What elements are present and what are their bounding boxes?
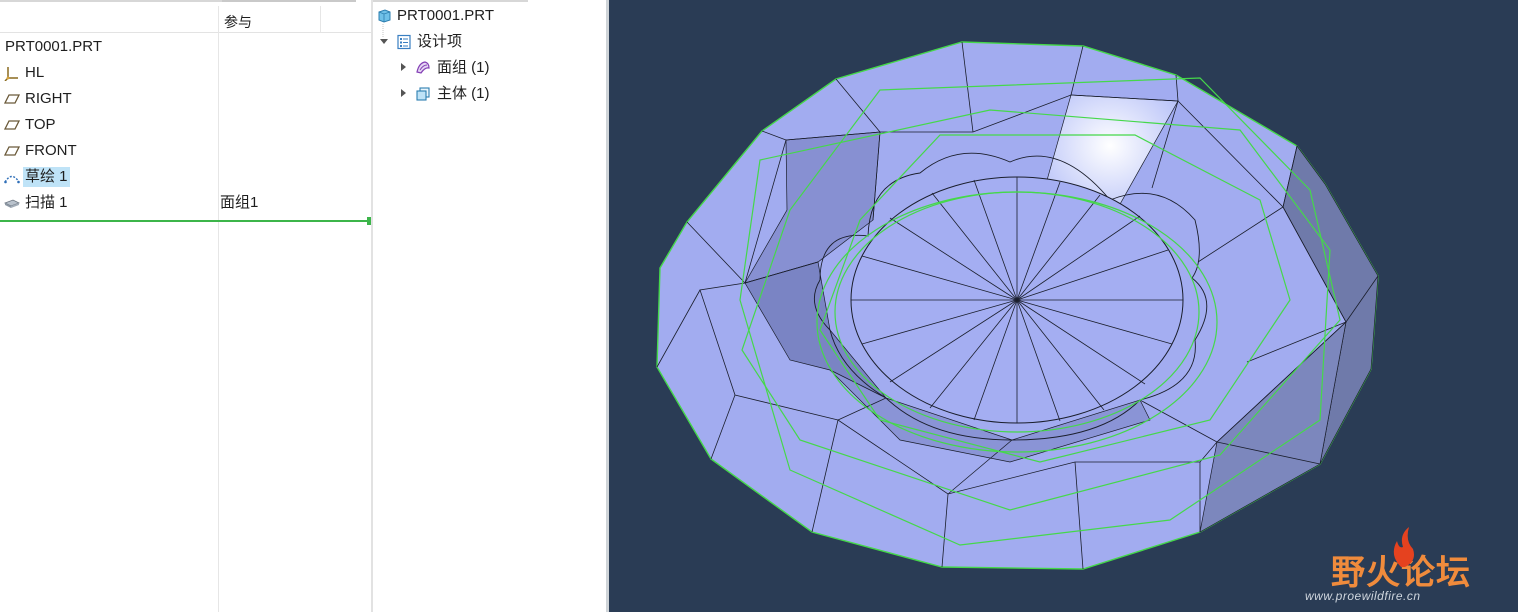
quilt-icon [416, 61, 430, 74]
chevron-down-icon[interactable] [380, 39, 388, 45]
flame-icon [1393, 527, 1414, 567]
column-header-ref[interactable]: 参与 [224, 12, 252, 32]
watermark-url: www.proewildfire.cn [1305, 589, 1421, 603]
datum-plane-icon [4, 120, 20, 130]
tree-item-label: 草绘 1 [23, 167, 70, 187]
chevron-right-icon[interactable] [401, 63, 407, 71]
tree-item-top[interactable]: TOP [0, 112, 371, 138]
detail-group-label: 设计项 [417, 33, 463, 50]
coordinate-system-icon [4, 67, 18, 81]
column-divider[interactable] [320, 6, 321, 32]
tree-item-sketch-1[interactable]: 草绘 1 [0, 164, 371, 190]
detail-item-label: 主体 (1) [437, 85, 490, 102]
watermark: 野火论坛 www.proewildfire.cn [1305, 527, 1471, 603]
tree-item-front[interactable]: FRONT [0, 138, 371, 164]
detail-item-quilt[interactable]: 面组 (1) [373, 56, 603, 80]
tree-item-label: HL [25, 64, 45, 81]
detail-group-design-items[interactable]: 设计项 [373, 30, 603, 54]
tree-column-header [0, 6, 371, 33]
tree-item-right[interactable]: RIGHT [0, 86, 371, 112]
detail-item-label: 面组 (1) [437, 59, 490, 76]
tree-item-label: 扫描 1 [25, 194, 68, 211]
sweep-icon [4, 199, 20, 208]
tree-scroll-thumb[interactable] [222, 0, 356, 2]
chevron-right-icon[interactable] [401, 89, 407, 97]
datum-plane-icon [4, 146, 20, 156]
detail-root[interactable]: PRT0001.PRT [373, 4, 603, 28]
tree-item-part-root[interactable]: PRT0001.PRT [0, 34, 371, 60]
part-icon [378, 9, 391, 23]
datum-plane-icon [4, 94, 20, 104]
detail-item-body[interactable]: 主体 (1) [373, 82, 603, 106]
design-items-icon [397, 34, 411, 50]
model-tree-panel: 参与 PRT0001.PRT HL RIGHT TOP FRONT 草绘 1 扫… [0, 0, 371, 612]
detail-root-label: PRT0001.PRT [397, 7, 494, 24]
tree-item-label: FRONT [25, 142, 77, 159]
tree-item-ref: 面组1 [220, 194, 259, 211]
detail-top-border [373, 0, 528, 2]
tree-item-label: PRT0001.PRT [5, 38, 102, 55]
graphics-viewport[interactable]: 野火论坛 www.proewildfire.cn [609, 0, 1518, 612]
sketch-icon [4, 175, 20, 184]
tree-item-label: TOP [25, 116, 56, 133]
detail-tree-panel: PRT0001.PRT 设计项 面组 (1) 主体 (1) [373, 0, 606, 612]
insert-here-marker[interactable] [0, 220, 371, 222]
body-icon [416, 87, 430, 101]
tree-item-hl[interactable]: HL [0, 60, 371, 86]
model-3d-view[interactable] [609, 0, 1518, 612]
tree-item-label: RIGHT [25, 90, 72, 107]
tree-item-sweep-1[interactable]: 扫描 1 面组1 [0, 190, 371, 216]
